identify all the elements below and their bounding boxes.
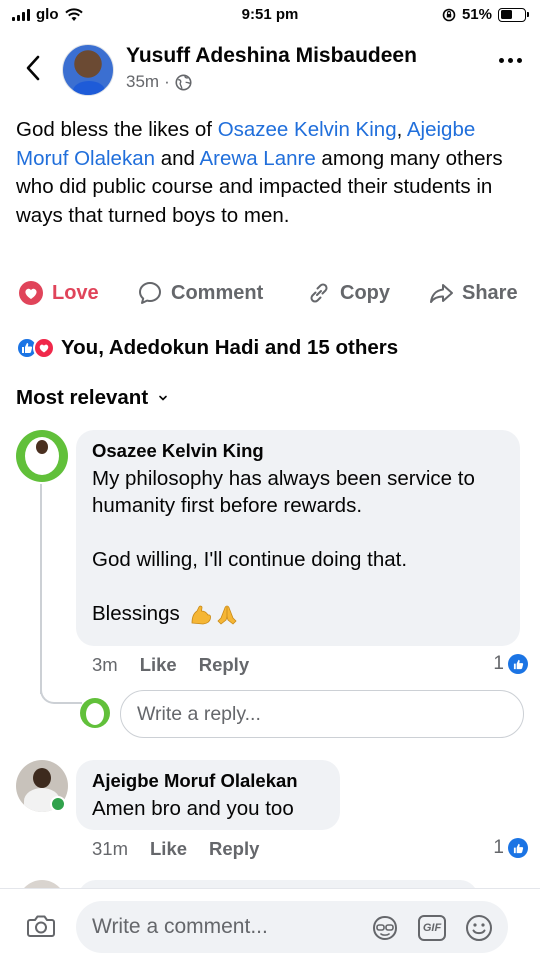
composer-icons: GIF <box>370 913 494 943</box>
love-button[interactable]: Love <box>18 280 99 306</box>
author-avatar[interactable] <box>62 44 114 96</box>
share-button[interactable]: Share <box>428 280 518 306</box>
link-icon <box>310 283 328 303</box>
commenter-avatar[interactable] <box>16 430 68 482</box>
reply-placeholder: Write a reply... <box>137 702 261 725</box>
post-actions: Love Comment Copy Share <box>0 280 540 314</box>
back-button[interactable] <box>18 50 48 86</box>
comment-text: My philosophy has always been service to… <box>92 467 475 517</box>
globe-icon <box>175 73 192 91</box>
like-count-value: 1 <box>493 653 504 674</box>
commenter-name[interactable]: Ajeigbe Moruf Olalekan <box>92 770 324 792</box>
like-count-value: 1 <box>493 837 504 858</box>
copy-label: Copy <box>340 281 390 304</box>
more-options-button[interactable] <box>499 58 522 63</box>
comment-like-button[interactable]: Like <box>140 654 177 676</box>
meta-separator: · <box>164 72 170 91</box>
post-text-part: , <box>396 118 407 141</box>
reply-input[interactable]: Write a reply... <box>120 690 524 738</box>
status-bar: glo 9:51 pm 51% <box>0 0 540 30</box>
gif-button[interactable]: GIF <box>418 915 446 941</box>
comment-text-line: Blessings <box>92 600 504 627</box>
comment-time: 3m <box>92 654 118 675</box>
share-label: Share <box>462 281 518 304</box>
comment-meta: 31m Like Reply <box>92 838 281 860</box>
comment-like-count[interactable]: 1 <box>493 653 528 675</box>
mention-arewa[interactable]: Arewa Lanre <box>199 147 315 170</box>
comment-bubble: Ajeigbe Moruf Olalekan Amen bro and you … <box>76 760 340 830</box>
battery-icon <box>498 7 529 22</box>
sort-dropdown[interactable]: Most relevant <box>16 386 168 410</box>
love-icon <box>33 337 55 359</box>
post-header: Yusuff Adeshina Misbaudeen 35m · <box>0 40 540 100</box>
chevron-left-icon <box>26 55 40 81</box>
camera-icon <box>27 915 55 937</box>
comment-reply-button[interactable]: Reply <box>209 838 259 860</box>
orientation-lock-icon <box>442 8 456 21</box>
avatar-sticker-icon[interactable] <box>370 914 400 942</box>
comment-placeholder: Write a comment... <box>92 915 268 938</box>
comment-text: Blessings <box>92 602 180 625</box>
share-icon <box>430 284 453 303</box>
love-label: Love <box>52 281 99 304</box>
comment-like-count[interactable]: 1 <box>493 837 528 859</box>
author-name[interactable]: Yusuff Adeshina Misbaudeen <box>126 44 417 68</box>
comment-like-button[interactable]: Like <box>150 838 187 860</box>
battery-percent: 51% <box>461 6 492 23</box>
reply-avatar <box>80 698 110 728</box>
like-icon <box>508 838 528 858</box>
chevron-down-icon <box>159 395 167 401</box>
post-text-part: and <box>155 146 200 170</box>
post-text-part: God bless the likes of <box>16 118 218 141</box>
comment-button[interactable]: Comment <box>137 280 263 306</box>
copy-button[interactable]: Copy <box>306 280 390 306</box>
online-status-dot <box>50 796 66 812</box>
reactions-text: You, Adedokun Hadi and 15 others <box>61 336 399 359</box>
emoji-icon[interactable] <box>464 913 494 943</box>
comment-icon <box>139 282 161 304</box>
comment-bubble: Osazee Kelvin King My philosophy has alw… <box>76 430 520 646</box>
comment-time: 31m <box>92 838 128 859</box>
comment-text: God willing, I'll continue doing that. <box>92 548 408 571</box>
like-icon <box>508 654 528 674</box>
commenter-name[interactable]: Osazee Kelvin King <box>92 440 504 462</box>
comment-meta: 3m Like Reply <box>92 654 271 676</box>
post-meta: 35m · <box>126 72 192 92</box>
status-right: 51% <box>442 6 529 23</box>
comment-label: Comment <box>171 281 264 304</box>
comment-text: Amen bro and you too <box>92 797 294 820</box>
comment-reply-button[interactable]: Reply <box>199 654 249 676</box>
camera-button[interactable] <box>26 913 56 944</box>
folded-hands-emoji <box>217 605 238 625</box>
reaction-icons <box>16 337 55 359</box>
reactions-summary[interactable]: You, Adedokun Hadi and 15 others <box>16 336 398 360</box>
heart-icon <box>19 281 43 305</box>
post-time[interactable]: 35m <box>126 72 159 92</box>
emoji-group <box>189 603 239 627</box>
thread-connector <box>40 664 82 704</box>
thread-line <box>40 484 42 694</box>
sort-label: Most relevant <box>16 386 149 409</box>
battery-level <box>500 10 513 19</box>
post-text: God bless the likes of Osazee Kelvin Kin… <box>16 116 526 230</box>
mention-osazee[interactable]: Osazee Kelvin King <box>218 118 397 141</box>
comment-composer: Write a comment... GIF <box>0 888 540 960</box>
flexed-biceps-emoji <box>192 605 212 624</box>
